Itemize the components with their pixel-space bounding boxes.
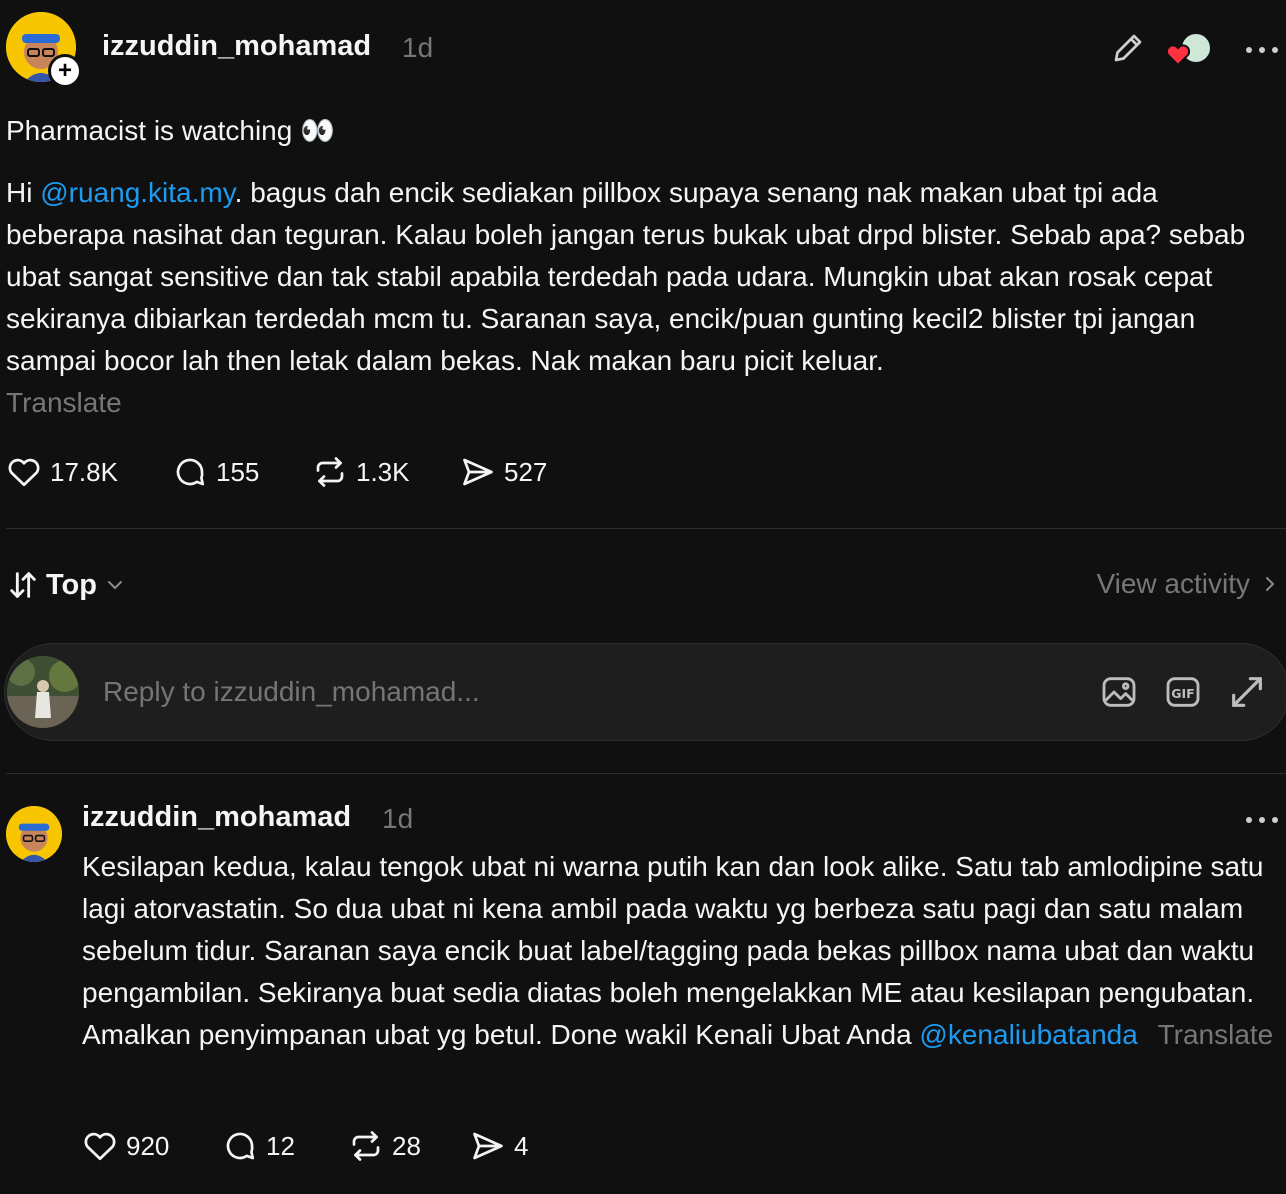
post-divider	[6, 528, 1286, 529]
reply-repost-button[interactable]: 28	[348, 1128, 421, 1164]
reply-more-options-icon[interactable]	[1244, 814, 1280, 826]
sort-label: Top	[46, 568, 97, 601]
reply-username[interactable]: izzuddin_mohamad	[82, 801, 351, 834]
comment-bubble-icon	[226, 1132, 255, 1160]
liked-by-avatars-icon[interactable]	[1166, 30, 1216, 70]
post-body: Hi @ruang.kita.my. bagus dah encik sedia…	[6, 172, 1280, 382]
heart-icon	[8, 458, 40, 487]
post-share-button[interactable]: 527	[460, 454, 547, 490]
post-body-prefix: Hi	[6, 177, 41, 208]
reply-like-count: 920	[126, 1130, 170, 1161]
reply-translate-link[interactable]: Translate	[1158, 1019, 1274, 1050]
reply-composer[interactable]: GIF	[4, 643, 1286, 741]
sort-arrows-icon	[10, 572, 36, 598]
reply-timestamp: 1d	[382, 803, 414, 834]
reply-comment-count: 12	[266, 1130, 295, 1161]
svg-text:GIF: GIF	[1171, 686, 1194, 701]
view-activity-label: View activity	[1096, 568, 1250, 599]
post-like-count: 17.8K	[50, 456, 118, 487]
reply-comment-button[interactable]: 12	[222, 1128, 295, 1164]
reply-input[interactable]	[103, 666, 983, 718]
reply-share-button[interactable]: 4	[470, 1128, 528, 1164]
reply-author-avatar[interactable]	[6, 806, 62, 862]
follow-plus-icon[interactable]: +	[48, 54, 82, 88]
repost-icon	[352, 1131, 380, 1161]
post-username[interactable]: izzuddin_mohamad	[102, 30, 371, 63]
post-translate-link[interactable]: Translate	[6, 382, 122, 424]
reply-like-button[interactable]: 920	[82, 1128, 169, 1164]
image-picker-icon[interactable]	[1099, 672, 1139, 712]
post-timestamp: 1d	[402, 32, 434, 63]
edit-pencil-icon[interactable]	[1110, 30, 1146, 66]
reply-body: Kesilapan kedua, kalau tengok ubat ni wa…	[82, 846, 1278, 1056]
send-icon	[473, 1132, 503, 1160]
post-repost-button[interactable]: 1.3K	[312, 454, 410, 490]
post-comment-count: 155	[216, 456, 260, 487]
send-icon	[463, 458, 493, 486]
reply-avatar-illustration	[6, 806, 62, 862]
sort-dropdown[interactable]: Top	[6, 568, 127, 602]
current-user-avatar	[7, 656, 79, 728]
post-share-count: 527	[504, 456, 548, 487]
post-mention-link[interactable]: @ruang.kita.my	[40, 177, 234, 208]
post-like-button[interactable]: 17.8K	[6, 454, 118, 490]
comment-bubble-icon	[176, 458, 205, 486]
heart-icon	[84, 1132, 116, 1161]
reply-share-count: 4	[514, 1130, 529, 1161]
gif-icon[interactable]: GIF	[1163, 672, 1203, 712]
expand-icon[interactable]	[1227, 672, 1267, 712]
repost-icon	[316, 457, 344, 487]
reply-repost-count: 28	[392, 1130, 421, 1161]
post-repost-count: 1.3K	[356, 456, 410, 487]
post-title: Pharmacist is watching 👀	[6, 115, 335, 146]
post-comment-button[interactable]: 155	[172, 454, 259, 490]
reply-mention-link[interactable]: @kenaliubatanda	[919, 1019, 1137, 1050]
reply-divider	[6, 773, 1286, 774]
view-activity-link[interactable]: View activity	[1096, 568, 1280, 600]
chevron-right-icon	[1266, 577, 1274, 591]
chevron-down-icon	[108, 581, 122, 589]
more-options-icon[interactable]	[1244, 44, 1280, 56]
